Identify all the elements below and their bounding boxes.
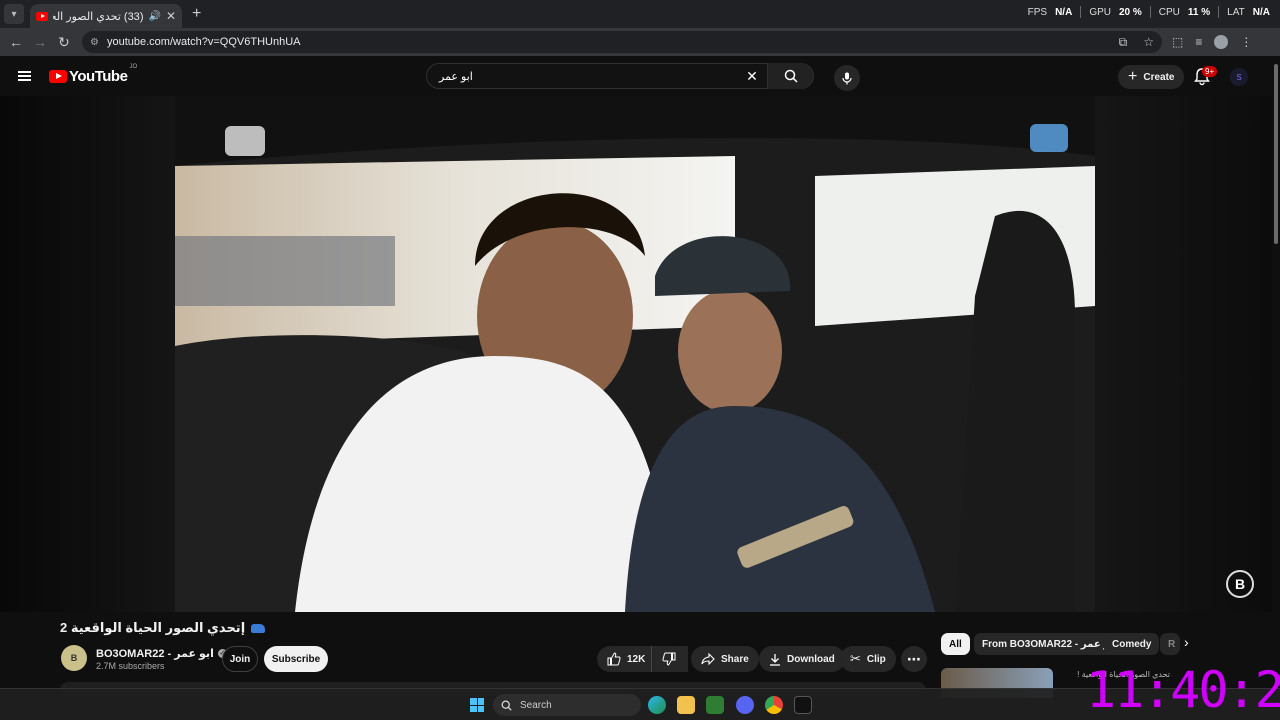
youtube-masthead: YouTube JO ابو عمر ✕ + Create 9+ S (0, 56, 1280, 96)
share-arrow-icon (701, 653, 715, 665)
extensions-icon[interactable]: ⬚ (1172, 35, 1183, 49)
video-frame (175, 96, 1095, 612)
notification-badge: 9+ (1202, 66, 1218, 77)
subscriber-count: 2.7M subscribers (96, 661, 165, 671)
more-actions-button[interactable]: ⋯ (901, 646, 927, 672)
subscribe-button[interactable]: Subscribe (264, 646, 328, 672)
close-tab-icon[interactable]: ✕ (166, 9, 176, 23)
player-letterbox-right (1095, 96, 1272, 612)
clock-overlay: 11:40:27 (1086, 661, 1280, 719)
divider (1218, 6, 1220, 18)
youtube-favicon-icon (36, 11, 48, 21)
edge-browser-icon[interactable] (648, 696, 666, 714)
url-field[interactable]: ⚙ youtube.com/watch?v=QQV6THUnhUA ⧉ ☆ (82, 31, 1162, 53)
file-explorer-icon[interactable] (677, 696, 695, 714)
site-info-icon[interactable]: ⚙ (90, 37, 99, 48)
cpu-label: CPU (1158, 6, 1180, 18)
join-button[interactable]: Join (222, 646, 258, 672)
chip-all[interactable]: All (941, 633, 970, 655)
car-emoji-icon (251, 623, 266, 633)
fps-label: FPS (1027, 6, 1048, 18)
download-icon (770, 653, 780, 666)
lat-value: N/A (1252, 6, 1270, 18)
country-code: JO (129, 63, 138, 70)
create-button[interactable]: + Create (1118, 65, 1185, 89)
video-title: إتحدي الصور الحياة الواقعية 2 (60, 620, 266, 636)
player-letterbox-left (0, 96, 175, 612)
youtube-logo[interactable]: YouTube JO (49, 64, 137, 85)
search-icon (501, 700, 512, 711)
thumbs-up-icon (607, 652, 621, 666)
browser-menu-icon[interactable]: ⋮ (1240, 35, 1252, 49)
address-bar: ← → ↻ ⚙ youtube.com/watch?v=QQV6THUnhUA … (0, 28, 1280, 56)
new-tab-button[interactable]: + (192, 5, 201, 23)
dislike-button[interactable] (651, 646, 685, 672)
lat-label: LAT (1227, 6, 1245, 18)
account-avatar[interactable]: S (1230, 68, 1248, 86)
more-dots-icon: ⋯ (907, 650, 921, 667)
scissors-icon: ✂ (850, 651, 861, 666)
tab-title: (33) تحدي الصور الحياة الواق (53, 10, 144, 23)
performance-overlay: FPS N/A GPU 20 % CPU 11 % LAT N/A (1028, 6, 1270, 18)
browser-tab-bar: ▾ (33) تحدي الصور الحياة الواق 🔊 ✕ + FPS… (0, 0, 1280, 28)
fps-value: N/A (1055, 6, 1073, 18)
scrollbar-thumb[interactable] (1274, 64, 1278, 244)
thumbs-down-icon (661, 652, 675, 666)
channel-name-text: BO3OMAR22 - ابو عمر (96, 648, 214, 660)
gpu-value: 20 % (1118, 6, 1142, 18)
install-app-icon[interactable]: ⧉ (1119, 35, 1128, 50)
gpu-label: GPU (1089, 6, 1111, 18)
search-box[interactable]: ابو عمر ✕ (426, 63, 814, 89)
browser-tab[interactable]: (33) تحدي الصور الحياة الواق 🔊 ✕ (30, 4, 182, 28)
reload-icon[interactable]: ↻ (52, 34, 76, 51)
search-input[interactable]: ابو عمر (427, 70, 737, 83)
logo-text: YouTube (69, 67, 128, 85)
clip-button[interactable]: ✂ Clip (840, 646, 896, 672)
divider (1080, 6, 1082, 18)
channel-avatar[interactable]: B (61, 645, 87, 671)
video-title-text: إتحدي الصور الحياة الواقعية 2 (60, 620, 246, 635)
profile-avatar[interactable] (1214, 35, 1229, 49)
voice-search-button[interactable] (834, 65, 860, 91)
channel-name[interactable]: BO3OMAR22 - ابو عمر ✓ (96, 647, 227, 660)
download-label: Download (787, 653, 835, 665)
windows-start-icon[interactable] (470, 698, 484, 712)
guide-menu-icon[interactable] (18, 71, 31, 81)
terminal-icon[interactable] (794, 696, 812, 714)
clip-label: Clip (866, 653, 886, 665)
media-controls-icon[interactable]: ≡ (1195, 35, 1202, 49)
share-button[interactable]: Share (691, 646, 759, 672)
search-icon (784, 69, 798, 83)
video-player[interactable] (175, 96, 1095, 612)
youtube-play-icon (49, 69, 67, 83)
url-text: youtube.com/watch?v=QQV6THUnhUA (106, 36, 301, 48)
taskbar-search[interactable]: Search (493, 694, 641, 716)
forward-icon[interactable]: → (28, 34, 52, 50)
page-scrollbar[interactable] (1272, 56, 1280, 720)
channel-watermark-logo[interactable]: B (1226, 570, 1254, 598)
chip-comedy[interactable]: Comedy (1104, 633, 1160, 655)
divider (1149, 6, 1151, 18)
like-count: 12K (627, 653, 646, 665)
bookmark-star-icon[interactable]: ☆ (1143, 35, 1154, 49)
plus-icon: + (1128, 68, 1138, 85)
tab-search-button[interactable]: ▾ (4, 4, 24, 24)
discord-icon[interactable] (736, 696, 754, 714)
speaker-icon[interactable]: 🔊 (148, 11, 160, 22)
download-button[interactable]: Download (759, 646, 845, 672)
chevron-right-icon[interactable]: › (1184, 634, 1189, 650)
cpu-value: 11 % (1187, 6, 1211, 18)
chrome-icon[interactable] (765, 696, 783, 714)
microphone-icon (842, 72, 852, 84)
search-button[interactable] (767, 63, 813, 89)
clear-search-icon[interactable]: ✕ (737, 68, 767, 85)
chip-overflow[interactable]: R (1160, 633, 1180, 655)
android-app-icon[interactable] (706, 696, 724, 714)
chip-from-channel[interactable]: From BO3OMAR22 - ابو عمر (974, 633, 1125, 655)
back-icon[interactable]: ← (4, 34, 28, 50)
taskbar-search-placeholder: Search (520, 699, 552, 711)
share-label: Share (721, 653, 749, 665)
create-label: Create (1143, 71, 1175, 83)
